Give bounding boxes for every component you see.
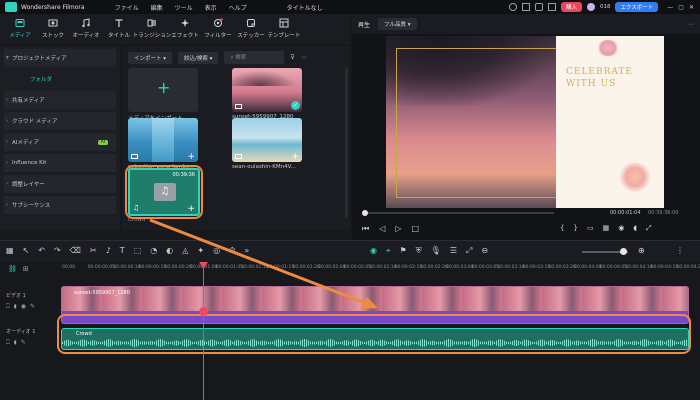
callout-arrow xyxy=(149,218,378,309)
filmora-window: Wondershare Filmora ファイル 編集 ツール 表示 ヘルプ タ… xyxy=(0,0,700,400)
